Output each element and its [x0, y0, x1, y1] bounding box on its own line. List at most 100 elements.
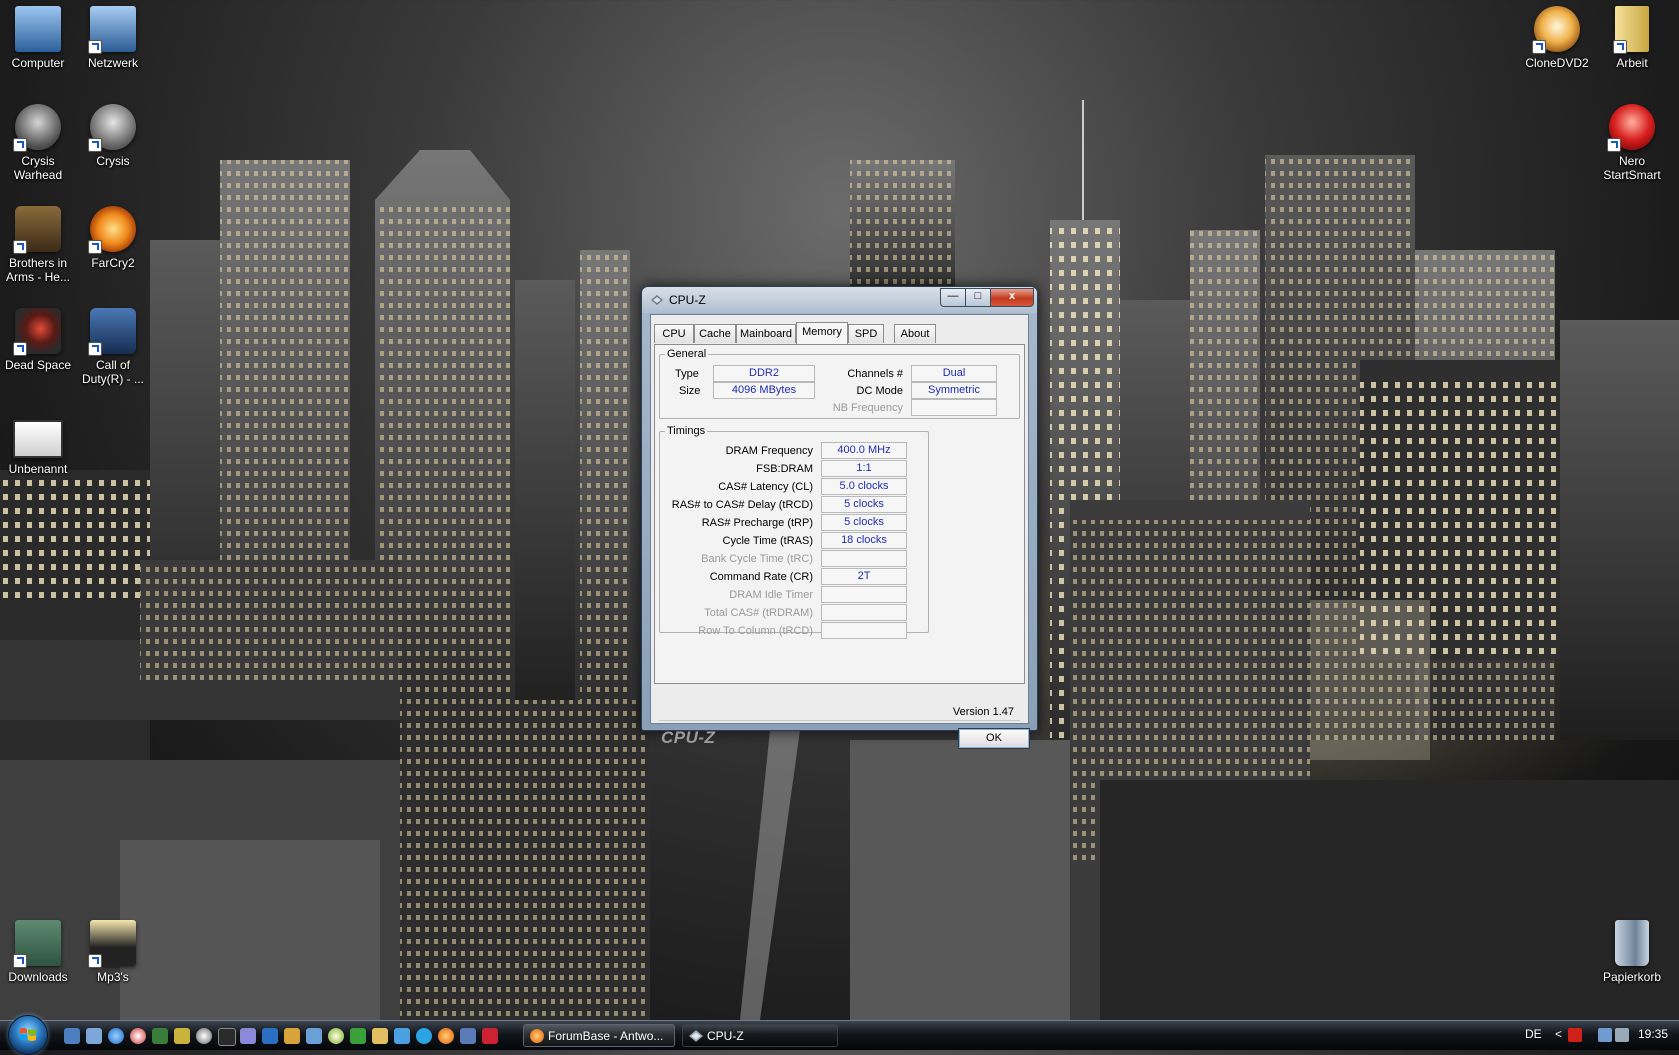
app-launcher-icon[interactable]	[240, 1028, 256, 1044]
desktop-icon-papierkorb[interactable]: Papierkorb	[1594, 920, 1670, 984]
show-desktop-icon[interactable]	[64, 1028, 80, 1044]
window-client-area: CPU Cache Mainboard Memory SPD About Gen…	[650, 314, 1030, 749]
timing-value	[821, 622, 907, 639]
tray-expand-chevron[interactable]: <	[1555, 1027, 1562, 1041]
minimize-button[interactable]: —	[940, 288, 966, 307]
desktop-icon-computer[interactable]: Computer	[0, 6, 76, 70]
network-tray-icon[interactable]	[1598, 1028, 1612, 1042]
ok-button[interactable]: OK	[958, 728, 1030, 749]
size-label: Size	[679, 385, 701, 397]
desktop-icon-mp3s[interactable]: Mp3's	[75, 920, 151, 984]
timing-value: 1:1	[821, 460, 907, 477]
volume-tray-icon[interactable]	[1615, 1028, 1629, 1042]
dcmode-value: Symmetric	[911, 382, 997, 399]
app-launcher-icon[interactable]	[350, 1028, 366, 1044]
maximize-button[interactable]: □	[965, 288, 991, 307]
desktop-icon-label: Netzwerk	[87, 56, 138, 70]
title-bar[interactable]: CPU-Z — □ x	[642, 287, 1037, 313]
desktop-icon-downloads[interactable]: Downloads	[0, 920, 76, 984]
shortcut-arrow-icon	[88, 240, 102, 254]
desktop-icon-label: Call of Duty(R) - ...	[82, 358, 144, 386]
tab-cpu[interactable]: CPU	[654, 324, 694, 343]
app-launcher-icon[interactable]	[152, 1028, 168, 1044]
firefox-icon[interactable]	[438, 1028, 454, 1044]
tab-mainboard[interactable]: Mainboard	[736, 324, 796, 343]
timing-label: Cycle Time (tRAS)	[722, 535, 813, 547]
timing-label: Total CAS# (tRDRAM)	[704, 607, 813, 619]
desktop-icon-brothers-in-arms[interactable]: Brothers in Arms - He...	[0, 206, 76, 284]
tab-about[interactable]: About	[894, 324, 936, 343]
tray-app-icon[interactable]	[1568, 1028, 1582, 1042]
app-launcher-icon[interactable]	[328, 1028, 344, 1044]
app-launcher-icon[interactable]	[306, 1028, 322, 1044]
taskbar-button-cpuz[interactable]: CPU-Z	[682, 1024, 838, 1047]
desktop-icon-unbenannt[interactable]: Unbenannt	[0, 420, 76, 476]
mp3-folder-icon	[88, 920, 136, 968]
skype-icon[interactable]	[416, 1028, 432, 1044]
internet-explorer-icon[interactable]	[108, 1028, 124, 1044]
window-title: CPU-Z	[669, 293, 706, 307]
timing-value: 2T	[821, 568, 907, 585]
steam-icon[interactable]	[218, 1028, 236, 1046]
taskbar-button-label: CPU-Z	[707, 1029, 744, 1043]
desktop-icon-label: Papierkorb	[1602, 970, 1662, 984]
type-value: DDR2	[713, 365, 815, 382]
desktop-icon-label: Dead Space	[4, 358, 72, 372]
tab-spd[interactable]: SPD	[848, 324, 884, 343]
shortcut-arrow-icon	[13, 954, 27, 968]
computer-icon	[15, 6, 61, 52]
app-launcher-icon[interactable]	[174, 1028, 190, 1044]
close-button[interactable]: x	[990, 288, 1034, 307]
desktop-icon-label: CloneDVD2	[1525, 56, 1589, 70]
app-launcher-icon[interactable]	[372, 1028, 388, 1044]
app-launcher-icon[interactable]	[394, 1028, 410, 1044]
app-launcher-icon[interactable]	[196, 1028, 212, 1044]
desktop-icon-arbeit[interactable]: Arbeit	[1594, 6, 1670, 70]
language-indicator[interactable]: DE	[1525, 1027, 1542, 1041]
timing-label: RAS# to CAS# Delay (tRCD)	[671, 499, 813, 511]
shortcut-arrow-icon	[1532, 40, 1546, 54]
desktop-icon-nero-startsmart[interactable]: Nero StartSmart	[1594, 104, 1670, 182]
desktop-icon-label: Crysis	[96, 154, 130, 168]
shortcut-arrow-icon	[13, 138, 27, 152]
desktop-icon-farcry2[interactable]: FarCry2	[75, 206, 151, 270]
clock[interactable]: 19:35	[1638, 1027, 1668, 1041]
app-launcher-icon[interactable]	[262, 1028, 278, 1044]
desktop-icon-call-of-duty[interactable]: Call of Duty(R) - ...	[75, 308, 151, 386]
nb-frequency-value	[911, 399, 997, 416]
app-launcher-icon[interactable]	[460, 1028, 476, 1044]
shortcut-arrow-icon	[1607, 138, 1621, 152]
tab-cache[interactable]: Cache	[694, 324, 736, 343]
taskbar-button-forumbase[interactable]: ForumBase - Antwo...	[523, 1024, 675, 1047]
timing-value	[821, 550, 907, 567]
version-label: Version 1.47	[952, 706, 1014, 718]
recycle-bin-icon	[1615, 920, 1649, 966]
start-button[interactable]	[8, 1015, 48, 1055]
desktop-icon-dead-space[interactable]: Dead Space	[0, 308, 76, 372]
timing-value: 5.0 clocks	[821, 478, 907, 495]
timing-value	[821, 604, 907, 621]
desktop-icon-clonedvd2[interactable]: CloneDVD2	[1519, 6, 1595, 70]
desktop-icon-label: Downloads	[8, 970, 68, 984]
timing-label: Bank Cycle Time (tRC)	[701, 553, 813, 565]
firefox-icon	[530, 1029, 544, 1043]
desktop-icon-crysis[interactable]: Crysis	[75, 104, 151, 168]
desktop-icon-crysis-warhead[interactable]: Crysis Warhead	[0, 104, 76, 182]
app-launcher-icon[interactable]	[284, 1028, 300, 1044]
timing-label: CAS# Latency (CL)	[718, 481, 813, 493]
app-launcher-icon[interactable]	[130, 1028, 146, 1044]
shortcut-arrow-icon	[88, 342, 102, 356]
app-launcher-icon[interactable]	[482, 1028, 498, 1044]
tab-memory[interactable]: Memory	[796, 322, 848, 344]
clonedvd2-icon	[1532, 6, 1580, 54]
desktop-icon-netzwerk[interactable]: Netzwerk	[75, 6, 151, 70]
shortcut-arrow-icon	[88, 138, 102, 152]
desktop-icon-label: Brothers in Arms - He...	[5, 256, 70, 284]
timing-label: RAS# Precharge (tRP)	[701, 517, 813, 529]
switch-windows-icon[interactable]	[86, 1028, 102, 1044]
downloads-folder-icon	[13, 920, 61, 968]
cpuz-app-icon	[651, 295, 663, 305]
timing-value	[821, 586, 907, 603]
timing-value: 400.0 MHz	[821, 442, 907, 459]
general-legend: General	[667, 348, 707, 360]
